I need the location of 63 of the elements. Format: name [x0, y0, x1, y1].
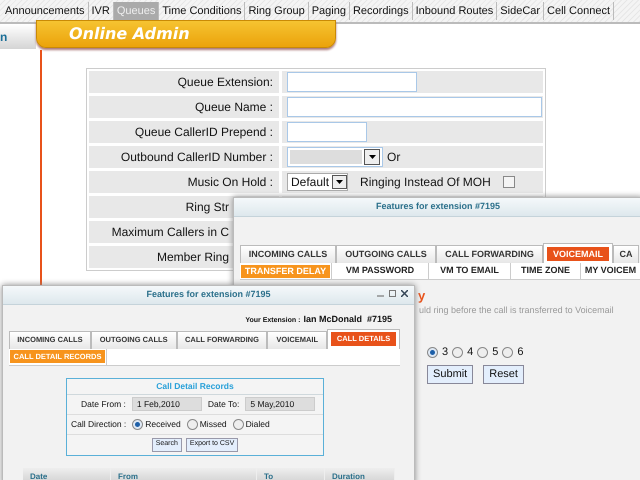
checkbox[interactable] [502, 176, 515, 188]
form-label: Queue Extension: [89, 71, 279, 93]
column-header: Duration [325, 468, 395, 480]
tab[interactable]: OUTGOING CALLS [336, 245, 436, 263]
or-label: Or [387, 149, 400, 166]
caret-icon [336, 180, 344, 184]
form-label: Outbound CallerID Number : [89, 146, 279, 168]
subtab[interactable]: MY VOICEM [581, 263, 640, 279]
radio-button[interactable] [452, 346, 464, 358]
field-label: Date From : [81, 398, 126, 410]
option-label: Ringing Instead Of MOH [360, 174, 491, 191]
radio-label: 3 [442, 345, 448, 360]
radio-label: 6 [517, 345, 524, 360]
field-label: Call Direction : [71, 418, 126, 430]
form-label: Queue Name : [89, 96, 279, 118]
select-field[interactable]: Default [287, 173, 348, 191]
banner: Online Admin [36, 20, 336, 48]
subtab[interactable]: TIME ZONE [511, 263, 581, 279]
radio-button[interactable] [186, 418, 198, 430]
window-title: Features for extension #7195 [376, 200, 500, 214]
window-title: Features for extension #7195 [146, 288, 271, 302]
field-label: Date To: [208, 398, 240, 410]
side-tab[interactable]: n [0, 24, 36, 49]
caret-icon [368, 155, 376, 159]
tab[interactable]: CA [613, 245, 639, 263]
maximize-icon[interactable] [389, 290, 396, 297]
column-header: To [257, 468, 325, 480]
form-button[interactable]: Submit [427, 365, 474, 384]
radio-button[interactable] [502, 346, 514, 358]
column-header: Date [23, 468, 111, 480]
description-text: uld ring before the call is transferred to Voicemail [419, 304, 614, 317]
column-header: From [111, 468, 257, 480]
radio-button[interactable] [427, 346, 438, 358]
select-field[interactable] [287, 147, 383, 167]
radio-label: Missed [200, 418, 227, 430]
radio-label: Received [145, 418, 181, 430]
form-label: Queue CallerID Prepend : [89, 121, 279, 143]
text-field[interactable] [287, 97, 542, 117]
radio-button[interactable] [477, 346, 488, 358]
tab[interactable]: VOICEMAIL [543, 243, 613, 263]
radio-label: Dialed [246, 418, 270, 430]
radio-button[interactable] [132, 418, 144, 430]
nav-tab[interactable]: SideCar [497, 2, 544, 20]
date-field[interactable]: 5 May,2010 [245, 397, 316, 411]
form-label: Music On Hold : [89, 171, 279, 193]
subtab[interactable]: VM PASSWORD [332, 263, 429, 279]
extension-value: Ian McDonald #7195 [303, 313, 392, 326]
tab[interactable]: INCOMING CALLS [240, 245, 336, 263]
panel-title: Call Detail Records [67, 378, 323, 394]
nav-tab[interactable]: Cell Connect [544, 2, 614, 20]
radio-button[interactable] [232, 418, 244, 430]
date-field[interactable]: 1 Feb,2010 [132, 397, 202, 411]
nav-tab[interactable]: Recordings [350, 2, 413, 20]
text-field[interactable] [287, 122, 367, 142]
text-field[interactable] [287, 72, 417, 92]
nav-tab[interactable]: Inbound Routes [412, 2, 498, 20]
tab[interactable]: CALL FORWARDING [436, 245, 543, 263]
radio-label: 5 [492, 345, 498, 360]
subtab[interactable]: VM TO EMAIL [429, 263, 511, 279]
radio-label: 4 [467, 345, 474, 360]
section-heading: y [418, 287, 426, 305]
close-icon[interactable] [401, 290, 408, 297]
form-button[interactable]: Reset [483, 365, 524, 384]
